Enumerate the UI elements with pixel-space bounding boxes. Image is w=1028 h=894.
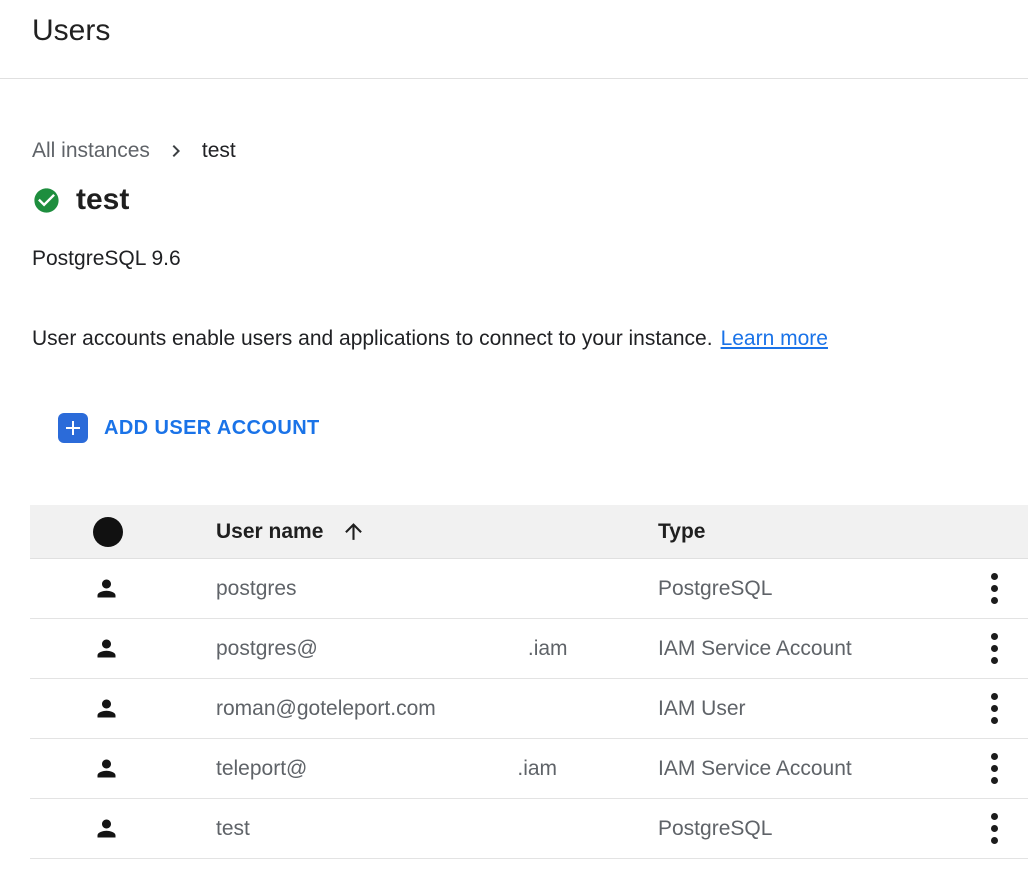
table-header: User name Type xyxy=(30,505,1028,559)
table-row: roman@goteleport.com IAM User xyxy=(30,679,1028,739)
add-user-label: ADD USER ACCOUNT xyxy=(104,417,320,440)
instance-version: PostgreSQL 9.6 xyxy=(32,247,1028,271)
more-vert-icon[interactable] xyxy=(978,807,1010,851)
check-circle-icon xyxy=(32,186,61,215)
page-header: Users xyxy=(0,0,1028,79)
breadcrumb-current: test xyxy=(202,139,236,163)
person-icon xyxy=(93,815,120,842)
breadcrumb-all-instances[interactable]: All instances xyxy=(32,139,150,163)
user-avatar-cell xyxy=(30,695,216,722)
column-header-type[interactable]: Type xyxy=(658,520,978,544)
type-column-label: Type xyxy=(658,520,705,543)
row-actions-cell xyxy=(978,807,1028,851)
more-vert-icon[interactable] xyxy=(978,567,1010,611)
column-header-user-name[interactable]: User name xyxy=(216,519,658,544)
user-name-suffix: .iam xyxy=(528,637,568,661)
user-name-column-label: User name xyxy=(216,520,323,544)
user-avatar-cell xyxy=(30,755,216,782)
user-name-cell: postgres@ .iam xyxy=(216,637,658,661)
learn-more-link[interactable]: Learn more xyxy=(721,327,828,350)
person-icon xyxy=(93,695,120,722)
user-name-text: roman@goteleport.com xyxy=(216,697,436,721)
user-name-text: teleport@ xyxy=(216,757,307,781)
user-name-text: postgres xyxy=(216,577,297,601)
person-icon xyxy=(93,635,120,662)
table-row: postgres@ .iam IAM Service Account xyxy=(30,619,1028,679)
user-type-cell: PostgreSQL xyxy=(658,817,978,841)
more-vert-icon[interactable] xyxy=(978,687,1010,731)
user-type-cell: PostgreSQL xyxy=(658,577,978,601)
user-name-text: test xyxy=(216,817,250,841)
user-type-text: IAM Service Account xyxy=(658,757,852,780)
users-page: Users All instances test test PostgreSQL… xyxy=(0,0,1028,894)
page-title: Users xyxy=(32,12,1028,50)
add-user-account-button[interactable]: ADD USER ACCOUNT xyxy=(58,413,320,443)
arrow-upward-icon[interactable] xyxy=(341,519,366,544)
user-type-text: IAM User xyxy=(658,697,746,720)
chevron-right-icon xyxy=(164,139,188,163)
more-vert-icon[interactable] xyxy=(978,627,1010,671)
plus-icon xyxy=(58,413,88,443)
user-type-text: PostgreSQL xyxy=(658,817,772,840)
user-name-cell: test xyxy=(216,817,658,841)
filled-circle-icon xyxy=(93,517,123,547)
user-type-cell: IAM Service Account xyxy=(658,757,978,781)
user-type-text: IAM Service Account xyxy=(658,637,852,660)
content: All instances test test PostgreSQL 9.6 U… xyxy=(0,139,1028,859)
table-row: teleport@ .iam IAM Service Account xyxy=(30,739,1028,799)
table-body: postgres PostgreSQL postgres@ .iam IAM Se… xyxy=(30,559,1028,859)
user-type-text: PostgreSQL xyxy=(658,577,772,600)
instance-name: test xyxy=(76,183,129,217)
row-actions-cell xyxy=(978,567,1028,611)
user-type-cell: IAM Service Account xyxy=(658,637,978,661)
table-row: test PostgreSQL xyxy=(30,799,1028,859)
person-icon xyxy=(93,575,120,602)
row-actions-cell xyxy=(978,687,1028,731)
instance-heading: test xyxy=(32,183,1028,217)
user-avatar-cell xyxy=(30,575,216,602)
user-name-text: postgres@ xyxy=(216,637,318,661)
breadcrumb: All instances test xyxy=(32,139,1028,163)
user-name-cell: roman@goteleport.com xyxy=(216,697,658,721)
row-actions-cell xyxy=(978,747,1028,791)
user-name-suffix: .iam xyxy=(517,757,557,781)
table-row: postgres PostgreSQL xyxy=(30,559,1028,619)
description: User accounts enable users and applicati… xyxy=(32,327,1028,351)
users-table: User name Type postgres PostgreSQL xyxy=(30,505,1028,859)
user-avatar-cell xyxy=(30,635,216,662)
more-vert-icon[interactable] xyxy=(978,747,1010,791)
row-actions-cell xyxy=(978,627,1028,671)
avatar-column-header xyxy=(30,517,216,547)
user-name-cell: teleport@ .iam xyxy=(216,757,658,781)
user-name-cell: postgres xyxy=(216,577,658,601)
user-type-cell: IAM User xyxy=(658,697,978,721)
person-icon xyxy=(93,755,120,782)
user-avatar-cell xyxy=(30,815,216,842)
description-text: User accounts enable users and applicati… xyxy=(32,327,713,350)
